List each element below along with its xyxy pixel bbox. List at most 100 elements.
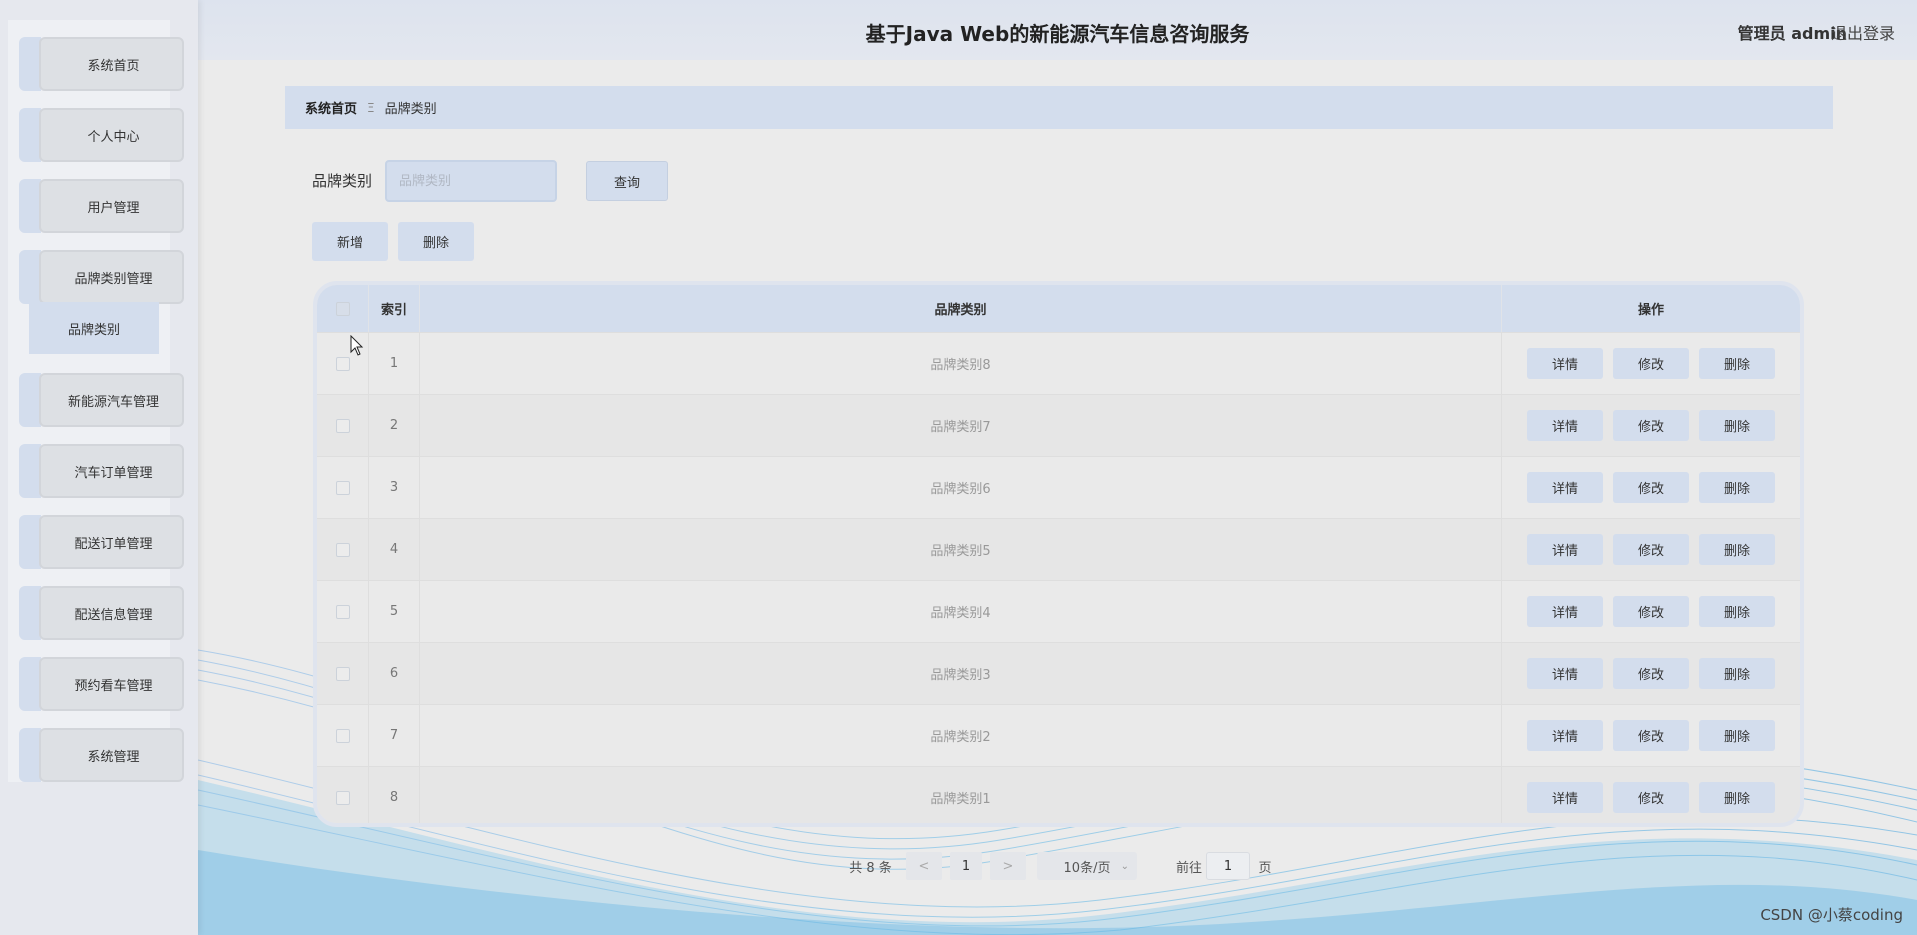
prev-page-button[interactable]: < bbox=[906, 852, 942, 880]
edit-button[interactable]: 修改 bbox=[1613, 720, 1689, 751]
edit-button[interactable]: 修改 bbox=[1613, 472, 1689, 503]
menu-tab bbox=[19, 37, 41, 91]
delete-button[interactable]: 删除 bbox=[1699, 720, 1775, 751]
table-row: 4 品牌类别5 详情 修改 删除 bbox=[317, 518, 1800, 580]
header-name: 品牌类别 bbox=[419, 285, 1501, 332]
detail-button[interactable]: 详情 bbox=[1527, 720, 1603, 751]
row-checkbox[interactable] bbox=[335, 542, 350, 557]
sidebar-item-label: 品牌类别管理 bbox=[74, 271, 153, 287]
sidebar-item-label: 汽车订单管理 bbox=[74, 465, 153, 481]
sidebar-item-profile[interactable]: 个人中心 bbox=[19, 108, 184, 162]
edit-button[interactable]: 修改 bbox=[1613, 410, 1689, 441]
edit-button[interactable]: 修改 bbox=[1613, 782, 1689, 813]
row-checkbox[interactable] bbox=[335, 480, 350, 495]
row-brand-category: 品牌类别3 bbox=[419, 643, 1501, 704]
detail-button[interactable]: 详情 bbox=[1527, 348, 1603, 379]
page-number[interactable]: 1 bbox=[950, 852, 982, 880]
sidebar-item-ev[interactable]: 新能源汽车管理 bbox=[19, 373, 184, 427]
row-checkbox[interactable] bbox=[335, 666, 350, 681]
row-brand-category: 品牌类别8 bbox=[419, 333, 1501, 394]
edit-button[interactable]: 修改 bbox=[1613, 534, 1689, 565]
table-header: 索引 品牌类别 操作 bbox=[317, 285, 1800, 332]
sidebar-item-system[interactable]: 系统管理 bbox=[19, 728, 184, 782]
sidebar-item-users[interactable]: 用户管理 bbox=[19, 179, 184, 233]
row-index: 1 bbox=[368, 333, 419, 394]
header-ops: 操作 bbox=[1501, 285, 1800, 332]
detail-button[interactable]: 详情 bbox=[1527, 534, 1603, 565]
row-index: 6 bbox=[368, 643, 419, 704]
row-brand-category: 品牌类别2 bbox=[419, 705, 1501, 766]
search-input[interactable] bbox=[385, 160, 557, 202]
row-checkbox[interactable] bbox=[335, 418, 350, 433]
breadcrumb: 系统首页 Ξ 品牌类别 bbox=[285, 86, 1833, 129]
table-row: 3 品牌类别6 详情 修改 删除 bbox=[317, 456, 1800, 518]
row-index: 2 bbox=[368, 395, 419, 456]
delete-button[interactable]: 删除 bbox=[1699, 472, 1775, 503]
row-index: 8 bbox=[368, 767, 419, 823]
goto-page-input[interactable]: 1 bbox=[1206, 852, 1250, 880]
sidebar-item-home[interactable]: 系统首页 bbox=[19, 37, 184, 91]
detail-button[interactable]: 详情 bbox=[1527, 596, 1603, 627]
page-size-value: 10条/页 bbox=[1063, 860, 1111, 876]
breadcrumb-separator-icon: Ξ bbox=[367, 100, 375, 115]
row-checkbox[interactable] bbox=[335, 356, 350, 371]
detail-button[interactable]: 详情 bbox=[1527, 472, 1603, 503]
sidebar-item-brand-category[interactable]: 品牌类别管理 bbox=[19, 250, 184, 304]
table-row: 6 品牌类别3 详情 修改 删除 bbox=[317, 642, 1800, 704]
edit-button[interactable]: 修改 bbox=[1613, 658, 1689, 689]
row-checkbox[interactable] bbox=[335, 604, 350, 619]
row-brand-category: 品牌类别6 bbox=[419, 457, 1501, 518]
page-size-select[interactable]: 10条/页 ⌄ bbox=[1037, 852, 1137, 880]
mouse-cursor-icon bbox=[350, 335, 364, 356]
delete-button[interactable]: 删除 bbox=[1699, 534, 1775, 565]
delete-button[interactable]: 删除 bbox=[1699, 596, 1775, 627]
edit-button[interactable]: 修改 bbox=[1613, 348, 1689, 379]
delete-button[interactable]: 删除 bbox=[1699, 782, 1775, 813]
table-row: 7 品牌类别2 详情 修改 删除 bbox=[317, 704, 1800, 766]
sidebar-item-label: 个人中心 bbox=[87, 129, 140, 145]
sidebar-item-car-orders[interactable]: 汽车订单管理 bbox=[19, 444, 184, 498]
detail-button[interactable]: 详情 bbox=[1527, 410, 1603, 441]
sidebar-item-label: 配送信息管理 bbox=[74, 607, 153, 623]
row-checkbox[interactable] bbox=[335, 728, 350, 743]
watermark: CSDN @小蔡coding bbox=[1760, 906, 1903, 924]
breadcrumb-home[interactable]: 系统首页 bbox=[305, 98, 357, 117]
row-brand-category: 品牌类别4 bbox=[419, 581, 1501, 642]
row-index: 5 bbox=[368, 581, 419, 642]
add-button[interactable]: 新增 bbox=[312, 222, 388, 261]
page-title: 基于Java Web的新能源汽车信息咨询服务 bbox=[865, 22, 1250, 46]
table-row: 1 品牌类别8 详情 修改 删除 bbox=[317, 332, 1800, 394]
sidebar-item-label: 用户管理 bbox=[87, 200, 140, 216]
row-index: 4 bbox=[368, 519, 419, 580]
pagination-total: 共 8 条 bbox=[849, 860, 892, 876]
detail-button[interactable]: 详情 bbox=[1527, 782, 1603, 813]
select-all-checkbox[interactable] bbox=[335, 301, 350, 316]
row-index: 3 bbox=[368, 457, 419, 518]
header: 基于Java Web的新能源汽车信息咨询服务 管理员 admin 退出登录 bbox=[198, 0, 1917, 60]
sidebar-item-viewing[interactable]: 预约看车管理 bbox=[19, 657, 184, 711]
table-row: 5 品牌类别4 详情 修改 删除 bbox=[317, 580, 1800, 642]
chevron-down-icon: ⌄ bbox=[1120, 860, 1129, 872]
delete-button[interactable]: 删除 bbox=[1699, 658, 1775, 689]
sidebar-item-delivery-orders[interactable]: 配送订单管理 bbox=[19, 515, 184, 569]
sidebar-item-label: 系统首页 bbox=[87, 58, 140, 74]
edit-button[interactable]: 修改 bbox=[1613, 596, 1689, 627]
table-row: 8 品牌类别1 详情 修改 删除 bbox=[317, 766, 1800, 823]
sidebar: 系统首页 个人中心 用户管理 品牌类别管理 品牌类别 新能源汽车管理 汽车订单管… bbox=[0, 0, 198, 935]
header-index: 索引 bbox=[368, 285, 419, 332]
row-brand-category: 品牌类别5 bbox=[419, 519, 1501, 580]
search-label: 品牌类别 bbox=[312, 172, 373, 190]
detail-button[interactable]: 详情 bbox=[1527, 658, 1603, 689]
query-button[interactable]: 查询 bbox=[586, 161, 668, 201]
next-page-button[interactable]: > bbox=[990, 852, 1026, 880]
goto-suffix: 页 bbox=[1258, 860, 1272, 876]
submenu-item-brand-category[interactable]: 品牌类别 bbox=[29, 302, 159, 354]
delete-button[interactable]: 删除 bbox=[1699, 410, 1775, 441]
delete-button[interactable]: 删除 bbox=[1699, 348, 1775, 379]
row-checkbox[interactable] bbox=[335, 790, 350, 805]
sidebar-item-label: 配送订单管理 bbox=[74, 536, 153, 552]
batch-delete-button[interactable]: 删除 bbox=[398, 222, 474, 261]
logout-link[interactable]: 退出登录 bbox=[1831, 20, 1895, 44]
sidebar-item-delivery-info[interactable]: 配送信息管理 bbox=[19, 586, 184, 640]
sidebar-item-label: 新能源汽车管理 bbox=[67, 394, 159, 410]
